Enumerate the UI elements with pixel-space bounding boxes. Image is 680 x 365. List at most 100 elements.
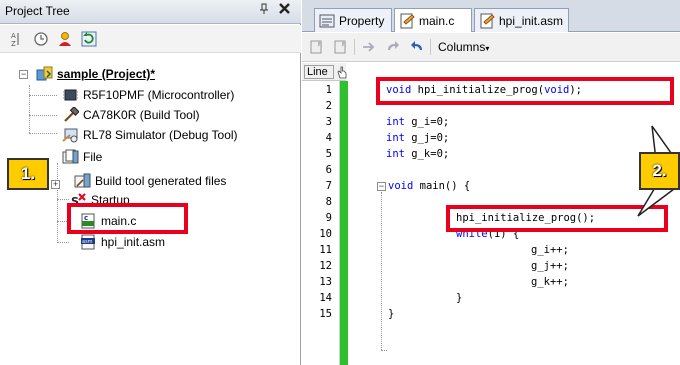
code-text: } [388,308,395,320]
code-line-7[interactable]: void main() { [388,178,470,194]
tree-line [57,163,58,243]
microcontroller-label: R5F10PMF (Microcontroller) [83,88,235,102]
code-text: g_j=0; [404,132,450,144]
collapse-icon[interactable]: − [19,70,28,79]
bookmark-icon[interactable] [308,38,326,56]
tree-item-hpi-init[interactable]: asm hpi_init.asm [80,233,165,251]
project-tree-toolbar: AZ [0,25,301,53]
code-line-5[interactable]: int g_k=0; [386,146,449,162]
line-number: 12 [319,260,332,272]
keyword: void [388,180,414,192]
bookmark-next-icon[interactable] [332,38,350,56]
code-text: g_k=0; [404,148,450,160]
tree-item-microcontroller[interactable]: R5F10PMF (Microcontroller) [62,86,234,104]
line-number: 8 [325,196,332,208]
code-text: g_i++; [531,244,569,256]
tab-hpi-init-label: hpi_init.asm [499,13,564,28]
line-number: 4 [325,132,332,144]
c-file-icon [399,13,415,29]
code-line-15[interactable]: } [388,306,394,322]
dropdown-arrow-icon: ▾ [485,44,490,53]
editor-tabbar: Property main.c hpi_init.asm [302,0,680,32]
close-icon[interactable] [279,2,290,17]
line-number: 5 [325,148,332,160]
asm-file-icon [479,13,495,29]
redo-icon[interactable] [384,38,402,56]
line-header: Line [304,65,334,79]
callout-step-1: 1. [7,158,49,190]
hand-icon [336,65,348,82]
simulator-icon [62,127,79,143]
fold-collapse-icon[interactable]: − [377,182,386,191]
tab-property[interactable]: Property [314,8,392,32]
code-line-12[interactable]: g_j++; [531,258,569,274]
property-icon [319,13,335,29]
undo-icon[interactable] [408,38,426,56]
tree-item-debug-tool[interactable]: RL78 Simulator (Debug Tool) [62,126,238,144]
expand-icon[interactable]: + [51,180,60,189]
line-number: 11 [319,244,332,256]
tree-item-generated-files[interactable]: Build tool generated files [74,172,226,190]
line-number: 7 [325,180,332,192]
chip-icon [62,87,79,103]
tree-line [57,199,69,200]
code-line-3[interactable]: int g_i=0; [386,114,449,130]
tree-line [29,133,57,134]
generated-files-icon [74,173,91,189]
generated-files-label: Build tool generated files [95,174,227,188]
tree-item-file[interactable]: File [62,148,102,166]
tab-hpi-init[interactable]: hpi_init.asm [474,8,569,32]
editor-toolbar: Columns▾ [302,33,680,62]
line-number: 14 [319,292,332,304]
tab-property-label: Property [339,13,385,28]
fold-line [381,192,382,350]
code-text: } [456,292,463,304]
tab-main-c[interactable]: main.c [394,8,472,32]
line-number: 13 [319,276,332,288]
project-icon [36,66,53,82]
toolbar-separator [354,39,355,55]
forward-arrow-icon[interactable] [360,38,378,56]
line-number: 1 [325,84,332,96]
editor-panel: Property main.c hpi_init.asm Columns▾ Li… [302,0,680,365]
build-tool-label: CA78K0R (Build Tool) [83,108,200,122]
columns-dropdown[interactable]: Columns▾ [438,40,489,54]
history-icon[interactable] [32,30,50,48]
code-text: g_i=0; [404,116,450,128]
tree-item-project[interactable]: sample (Project)* [36,65,155,83]
line-number: 6 [325,164,332,176]
keyword: int [386,132,405,144]
callout-label: 2. [652,161,667,180]
debug-tool-label: RL78 Simulator (Debug Tool) [83,128,238,142]
tree-line [29,115,57,116]
folder-icon [62,149,79,165]
svg-text:asm: asm [82,239,93,245]
callout-step-2: 2. [639,152,680,190]
columns-label: Columns [438,40,486,54]
callout-label: 1. [20,164,36,183]
tree-item-build-tool[interactable]: CA78K0R (Build Tool) [62,106,200,124]
pin-icon[interactable] [258,3,270,18]
keyword: int [386,148,405,160]
code-line-11[interactable]: g_i++; [531,242,569,258]
hammer-icon [62,106,80,123]
line-number: 2 [325,100,332,112]
code-line-13[interactable]: g_k++; [531,274,569,290]
tab-main-c-label: main.c [419,13,455,28]
user-icon[interactable] [56,30,74,48]
refresh-icon[interactable] [80,30,98,48]
line-number: 15 [319,308,332,320]
file-folder-label: File [83,150,103,164]
tree-line [57,242,69,243]
code-line-4[interactable]: int g_j=0; [386,130,449,146]
highlight-box-main-c [67,203,188,234]
project-label: sample (Project)* [57,67,156,81]
code-text: g_j++; [531,260,569,272]
tree-line [29,85,30,133]
svg-text:A: A [11,32,16,40]
keyword: int [386,116,405,128]
code-line-14[interactable]: } [456,290,462,306]
asm-file-icon: asm [80,234,97,250]
gutter-header: Line [302,63,348,82]
sort-icon[interactable]: AZ [6,30,24,48]
